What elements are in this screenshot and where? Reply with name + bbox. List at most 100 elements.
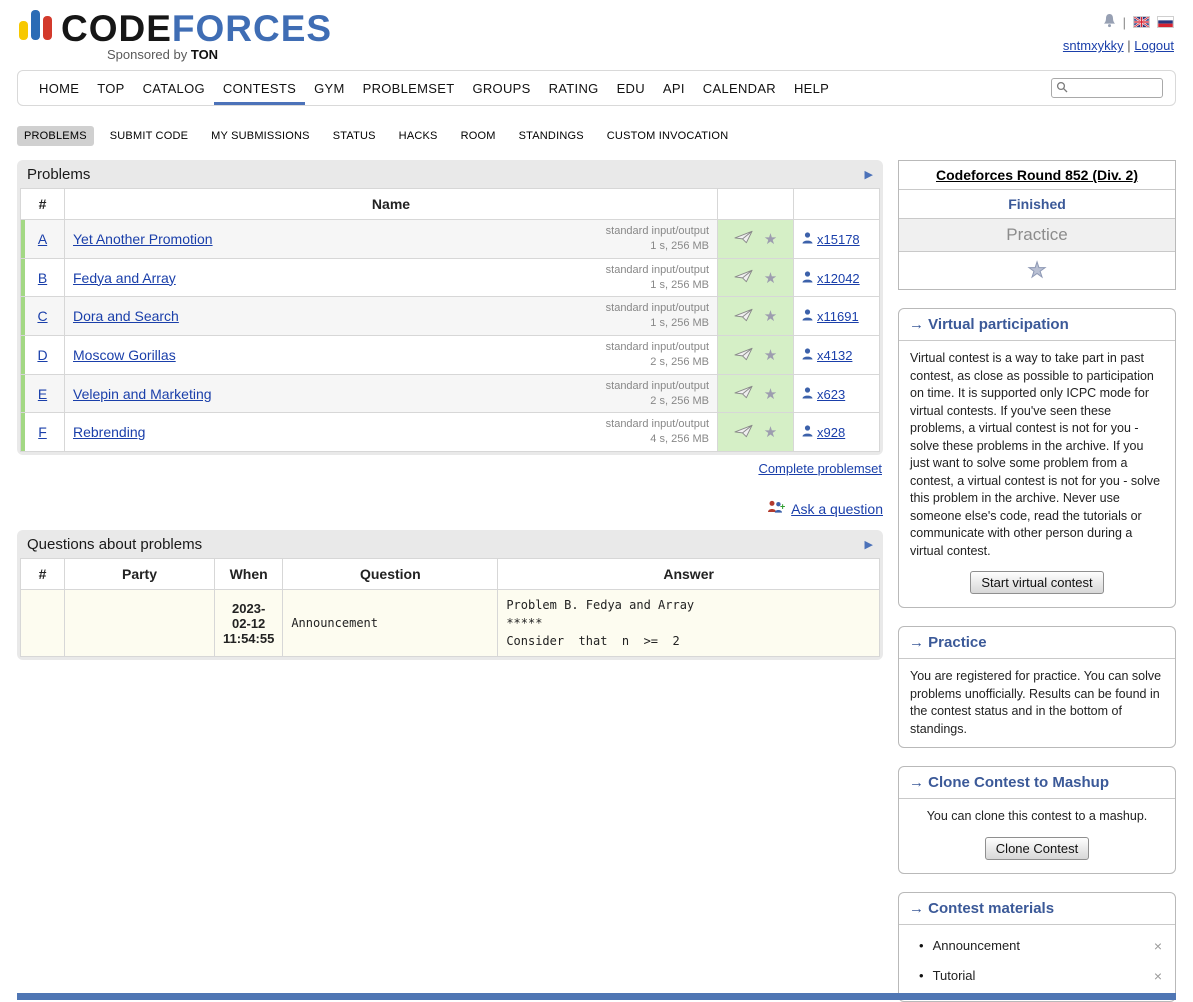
favorite-star-icon[interactable]: ★ xyxy=(764,270,777,287)
submit-paper-plane-icon[interactable] xyxy=(734,425,753,441)
submit-paper-plane-icon[interactable] xyxy=(734,348,753,364)
language-en-flag-icon[interactable] xyxy=(1133,16,1150,28)
nav-edu[interactable]: EDU xyxy=(608,71,654,105)
logo-code: CODE xyxy=(61,8,172,49)
material-announcement-link[interactable]: Announcement xyxy=(933,938,1020,953)
problem-index-link[interactable]: A xyxy=(38,231,47,247)
problems-caption: Problems ▶ xyxy=(20,160,880,188)
submit-paper-plane-icon[interactable] xyxy=(734,231,753,247)
nav-contests[interactable]: CONTESTS xyxy=(214,71,305,105)
solved-count-link[interactable]: x11691 xyxy=(802,309,859,324)
username-link[interactable]: sntmxykky xyxy=(1063,38,1124,53)
close-icon[interactable]: × xyxy=(1151,968,1165,984)
ask-question-icon: + xyxy=(767,500,786,518)
submit-paper-plane-icon[interactable] xyxy=(734,270,753,286)
problems-datatable: Problems ▶ # Name A xyxy=(17,160,883,455)
problem-row-b: B Fedya and Array standard input/output … xyxy=(21,258,880,297)
problem-name-link[interactable]: Moscow Gorillas xyxy=(73,347,176,363)
questions-datatable: Questions about problems ▶ # Party When … xyxy=(17,530,883,660)
nav-rating[interactable]: RATING xyxy=(540,71,608,105)
material-tutorial-link[interactable]: Tutorial xyxy=(933,968,976,983)
nav-calendar[interactable]: CALENDAR xyxy=(694,71,785,105)
main-nav-items: HOME TOP CATALOG CONTESTS GYM PROBLEMSET… xyxy=(30,71,838,105)
close-icon[interactable]: × xyxy=(1151,938,1165,954)
logout-link[interactable]: Logout xyxy=(1134,38,1174,53)
subnav-status[interactable]: STATUS xyxy=(326,126,383,146)
problem-index-link[interactable]: D xyxy=(37,347,47,363)
col-header-actions xyxy=(718,189,794,220)
submit-paper-plane-icon[interactable] xyxy=(734,386,753,402)
subnav-submit-code[interactable]: SUBMIT CODE xyxy=(103,126,195,146)
virtual-participation-title: → Virtual participation xyxy=(899,309,1175,341)
expand-arrow-icon[interactable]: ▶ xyxy=(865,168,873,181)
favorite-star-icon[interactable]: ★ xyxy=(764,424,777,441)
col-header-q-index: # xyxy=(21,559,65,590)
ask-question-link[interactable]: Ask a question xyxy=(791,501,883,517)
start-virtual-contest-button[interactable]: Start virtual contest xyxy=(970,571,1103,594)
search-input[interactable] xyxy=(1068,80,1158,96)
sponsored-prefix: Sponsored by xyxy=(107,47,187,62)
problem-row-f: F Rebrending standard input/output 4 s, … xyxy=(21,413,880,452)
contest-star-row: ★ xyxy=(899,252,1175,289)
questions-caption-label: Questions about problems xyxy=(27,536,202,553)
contest-info-box: Codeforces Round 852 (Div. 2) Finished P… xyxy=(898,160,1176,290)
problem-name-link[interactable]: Yet Another Promotion xyxy=(73,231,213,247)
main-content: Problems ▶ # Name A xyxy=(17,160,883,660)
subnav-standings[interactable]: STANDINGS xyxy=(512,126,591,146)
clone-contest-box: → Clone Contest to Mashup You can clone … xyxy=(898,766,1176,874)
contest-mode: Practice xyxy=(899,219,1175,252)
nav-top[interactable]: TOP xyxy=(88,71,133,105)
col-header-party: Party xyxy=(65,559,215,590)
question-answer-cell: Problem B. Fedya and Array ***** Conside… xyxy=(498,590,880,657)
practice-body: You are registered for practice. You can… xyxy=(899,659,1175,747)
problem-index-link[interactable]: E xyxy=(38,386,47,402)
favorite-star-icon[interactable]: ★ xyxy=(764,386,777,403)
question-text-cell: Announcement xyxy=(283,590,498,657)
subnav-my-submissions[interactable]: MY SUBMISSIONS xyxy=(204,126,317,146)
submit-paper-plane-icon[interactable] xyxy=(734,309,753,325)
problem-row-e: E Velepin and Marketing standard input/o… xyxy=(21,374,880,413)
contest-materials-title: → Contest materials xyxy=(899,893,1175,925)
nav-home[interactable]: HOME xyxy=(30,71,88,105)
contest-favorite-star-icon[interactable]: ★ xyxy=(1028,259,1047,282)
subnav-problems[interactable]: PROBLEMS xyxy=(17,126,94,146)
nav-api[interactable]: API xyxy=(654,71,694,105)
contest-status: Finished xyxy=(899,190,1175,219)
nav-problemset[interactable]: PROBLEMSET xyxy=(354,71,464,105)
subnav-room[interactable]: ROOM xyxy=(454,126,503,146)
nav-help[interactable]: HELP xyxy=(785,71,838,105)
solved-count-link[interactable]: x15178 xyxy=(802,232,860,247)
problem-index-link[interactable]: C xyxy=(37,308,47,324)
solved-person-icon xyxy=(802,425,813,440)
complete-problemset-link[interactable]: Complete problemset xyxy=(758,461,882,476)
solved-count-link[interactable]: x928 xyxy=(802,425,845,440)
solved-person-icon xyxy=(802,232,813,247)
bell-icon[interactable] xyxy=(1103,13,1116,31)
lang-separator: | xyxy=(1123,15,1126,30)
favorite-star-icon[interactable]: ★ xyxy=(764,231,777,248)
bullet-icon: • xyxy=(919,968,924,983)
nav-gym[interactable]: GYM xyxy=(305,71,354,105)
complete-problemset-row: Complete problemset xyxy=(18,461,882,476)
expand-arrow-icon[interactable]: ▶ xyxy=(865,538,873,551)
solved-count-link[interactable]: x623 xyxy=(802,387,845,402)
problem-name-link[interactable]: Rebrending xyxy=(73,424,145,440)
problem-name-link[interactable]: Velepin and Marketing xyxy=(73,386,212,402)
language-ru-flag-icon[interactable] xyxy=(1157,16,1174,28)
solved-count-link[interactable]: x4132 xyxy=(802,348,852,363)
subnav-hacks[interactable]: HACKS xyxy=(392,126,445,146)
problem-name-link[interactable]: Dora and Search xyxy=(73,308,179,324)
solved-count-link[interactable]: x12042 xyxy=(802,271,860,286)
subnav-custom-invocation[interactable]: CUSTOM INVOCATION xyxy=(600,126,736,146)
favorite-star-icon[interactable]: ★ xyxy=(764,347,777,364)
favorite-star-icon[interactable]: ★ xyxy=(764,308,777,325)
nav-catalog[interactable]: CATALOG xyxy=(134,71,214,105)
nav-groups[interactable]: GROUPS xyxy=(463,71,539,105)
question-party-cell xyxy=(65,590,215,657)
clone-contest-button[interactable]: Clone Contest xyxy=(985,837,1089,860)
problem-index-link[interactable]: B xyxy=(38,270,47,286)
contest-title-link[interactable]: Codeforces Round 852 (Div. 2) xyxy=(936,167,1138,183)
problem-name-link[interactable]: Fedya and Array xyxy=(73,270,176,286)
problem-index-link[interactable]: F xyxy=(38,424,47,440)
codeforces-logo[interactable]: CODEFORCES xyxy=(19,10,332,44)
